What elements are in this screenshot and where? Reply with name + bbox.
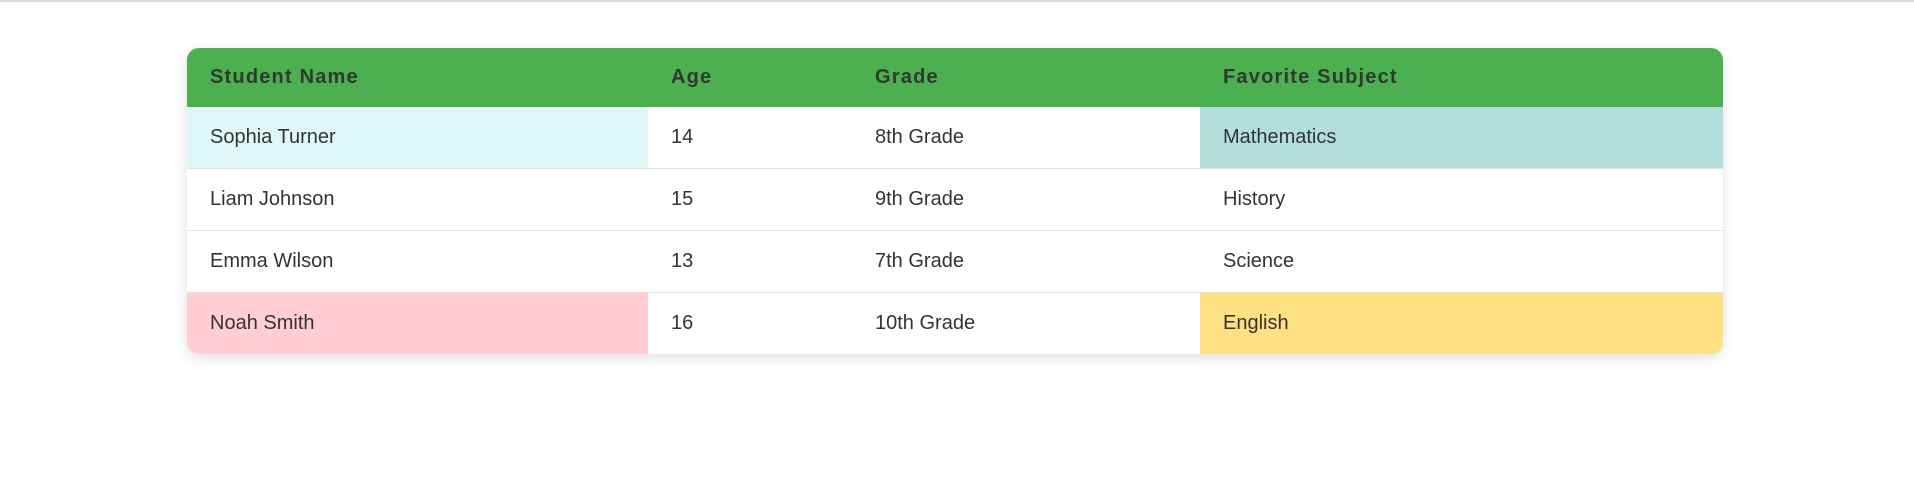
cell-age: 13 bbox=[648, 230, 852, 293]
students-table: Student Name Age Grade Favorite Subject … bbox=[187, 48, 1723, 354]
cell-favorite-subject: History bbox=[1200, 168, 1723, 231]
table-row[interactable]: Liam Johnson 15 9th Grade History bbox=[187, 168, 1723, 231]
cell-age: 15 bbox=[648, 168, 852, 231]
table-row[interactable]: Noah Smith 16 10th Grade English bbox=[187, 292, 1723, 354]
cell-student-name: Sophia Turner bbox=[187, 107, 648, 169]
column-header-grade[interactable]: Grade bbox=[852, 48, 1200, 107]
cell-favorite-subject: English bbox=[1200, 292, 1723, 354]
column-header-favorite-subject[interactable]: Favorite Subject bbox=[1200, 48, 1723, 107]
cell-grade: 9th Grade bbox=[852, 168, 1200, 231]
cell-favorite-subject: Science bbox=[1200, 230, 1723, 293]
cell-favorite-subject: Mathematics bbox=[1200, 107, 1723, 169]
cell-grade: 8th Grade bbox=[852, 107, 1200, 169]
column-header-age[interactable]: Age bbox=[648, 48, 852, 107]
cell-age: 14 bbox=[648, 107, 852, 169]
cell-age: 16 bbox=[648, 292, 852, 354]
table-header: Student Name Age Grade Favorite Subject bbox=[187, 48, 1723, 107]
column-header-student-name[interactable]: Student Name bbox=[187, 48, 648, 107]
cell-student-name: Noah Smith bbox=[187, 292, 648, 354]
cell-student-name: Emma Wilson bbox=[187, 230, 648, 293]
cell-grade: 7th Grade bbox=[852, 230, 1200, 293]
cell-grade: 10th Grade bbox=[852, 292, 1200, 354]
top-divider bbox=[0, 0, 1914, 2]
students-table-card: Student Name Age Grade Favorite Subject … bbox=[187, 48, 1723, 354]
table-body: Sophia Turner 14 8th Grade Mathematics L… bbox=[187, 107, 1723, 354]
table-row[interactable]: Emma Wilson 13 7th Grade Science bbox=[187, 230, 1723, 293]
table-row[interactable]: Sophia Turner 14 8th Grade Mathematics bbox=[187, 107, 1723, 169]
cell-student-name: Liam Johnson bbox=[187, 168, 648, 231]
header-row: Student Name Age Grade Favorite Subject bbox=[187, 48, 1723, 107]
